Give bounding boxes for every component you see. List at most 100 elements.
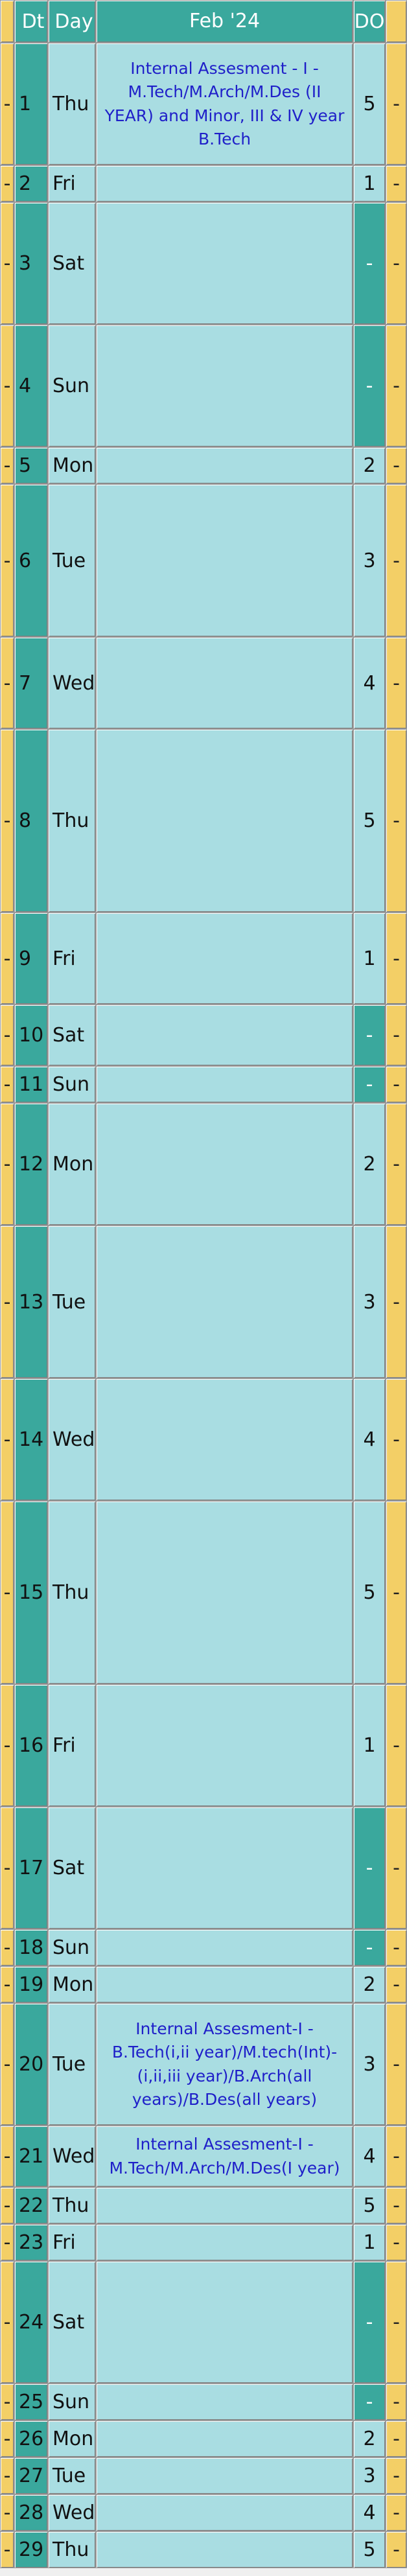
row-date: 26 <box>14 2420 48 2457</box>
row-day-order: - <box>353 1066 386 1103</box>
row-event <box>96 202 353 325</box>
row-day: Sat <box>48 1807 96 1929</box>
row-event <box>96 1103 353 1225</box>
row-date: 21 <box>14 2126 48 2187</box>
row-event: Internal Assesment-I - B.Tech(i,ii year)… <box>96 2003 353 2126</box>
row-day: Tue <box>48 2003 96 2126</box>
row-lead: - <box>0 1929 14 1966</box>
row-date: 24 <box>14 2261 48 2384</box>
row-trail: - <box>386 912 407 1004</box>
row-day: Sat <box>48 1004 96 1066</box>
row-lead: - <box>0 1966 14 2003</box>
row-trail: - <box>386 2384 407 2420</box>
row-lead: - <box>0 637 14 729</box>
row-event <box>96 2384 353 2420</box>
row-day-order: 2 <box>353 2420 386 2457</box>
row-lead: - <box>0 1103 14 1225</box>
row-event <box>96 447 353 484</box>
row-date: 25 <box>14 2384 48 2420</box>
row-day: Tue <box>48 2457 96 2494</box>
row-event: Internal Assesment - I - M.Tech/M.Arch/M… <box>96 43 353 165</box>
row-trail: - <box>386 1501 407 1684</box>
row-event <box>96 1929 353 1966</box>
row-lead: - <box>0 729 14 912</box>
row-day-order: 1 <box>353 1684 386 1807</box>
row-date: 4 <box>14 325 48 447</box>
header-trail-cell <box>386 0 407 43</box>
row-trail: - <box>386 1929 407 1966</box>
row-day-order: 4 <box>353 2494 386 2531</box>
row-date: 12 <box>14 1103 48 1225</box>
row-event <box>96 1684 353 1807</box>
row-trail: - <box>386 1378 407 1501</box>
row-lead: - <box>0 43 14 165</box>
row-trail: - <box>386 202 407 325</box>
row-date: 19 <box>14 1966 48 2003</box>
row-lead: - <box>0 2384 14 2420</box>
row-day-order: 3 <box>353 2003 386 2126</box>
row-lead: - <box>0 1378 14 1501</box>
row-event <box>96 484 353 637</box>
row-trail: - <box>386 1225 407 1378</box>
row-day-order: 2 <box>353 447 386 484</box>
row-day-order: 5 <box>353 43 386 165</box>
row-trail: - <box>386 729 407 912</box>
row-date: 9 <box>14 912 48 1004</box>
row-day: Sun <box>48 1066 96 1103</box>
row-day-order: 1 <box>353 912 386 1004</box>
row-day: Wed <box>48 1378 96 1501</box>
row-lead: - <box>0 484 14 637</box>
row-lead: - <box>0 1066 14 1103</box>
row-lead: - <box>0 1225 14 1378</box>
row-trail: - <box>386 1066 407 1103</box>
row-day: Wed <box>48 2494 96 2531</box>
row-day: Mon <box>48 1966 96 2003</box>
row-date: 2 <box>14 165 48 202</box>
row-date: 15 <box>14 1501 48 1684</box>
row-lead: - <box>0 2003 14 2126</box>
row-event <box>96 325 353 447</box>
row-day: Mon <box>48 2420 96 2457</box>
row-event <box>96 2494 353 2531</box>
row-lead: - <box>0 1807 14 1929</box>
row-date: 20 <box>14 2003 48 2126</box>
row-date: 11 <box>14 1066 48 1103</box>
row-trail: - <box>386 2494 407 2531</box>
row-day: Fri <box>48 2224 96 2261</box>
row-day: Wed <box>48 2126 96 2187</box>
row-date: 5 <box>14 447 48 484</box>
row-event <box>96 2420 353 2457</box>
row-lead: - <box>0 1684 14 1807</box>
row-date: 18 <box>14 1929 48 1966</box>
row-day: Thu <box>48 729 96 912</box>
row-day-order: - <box>353 1929 386 1966</box>
row-event <box>96 729 353 912</box>
row-trail: - <box>386 2420 407 2457</box>
row-day: Thu <box>48 2531 96 2568</box>
row-lead: - <box>0 165 14 202</box>
row-day-order: - <box>353 2384 386 2420</box>
row-trail: - <box>386 2457 407 2494</box>
row-event: Internal Assesment-I - M.Tech/M.Arch/M.D… <box>96 2126 353 2187</box>
row-day: Fri <box>48 1684 96 1807</box>
row-day-order: 3 <box>353 484 386 637</box>
row-day-order: 1 <box>353 2224 386 2261</box>
row-event <box>96 2531 353 2568</box>
calendar-sheet: Dt Day Feb '24 DO - 1 Thu Internal Asses… <box>0 0 407 2576</box>
row-event <box>96 165 353 202</box>
row-day-order: 4 <box>353 1378 386 1501</box>
row-day-order: 3 <box>353 1225 386 1378</box>
row-day-order: 4 <box>353 2126 386 2187</box>
row-event <box>96 1501 353 1684</box>
row-lead: - <box>0 2420 14 2457</box>
row-day: Sun <box>48 325 96 447</box>
row-day: Fri <box>48 912 96 1004</box>
row-day: Fri <box>48 165 96 202</box>
row-event <box>96 637 353 729</box>
row-event <box>96 2187 353 2224</box>
row-trail: - <box>386 484 407 637</box>
row-date: 8 <box>14 729 48 912</box>
row-day: Thu <box>48 1501 96 1684</box>
row-day: Mon <box>48 447 96 484</box>
row-date: 22 <box>14 2187 48 2224</box>
